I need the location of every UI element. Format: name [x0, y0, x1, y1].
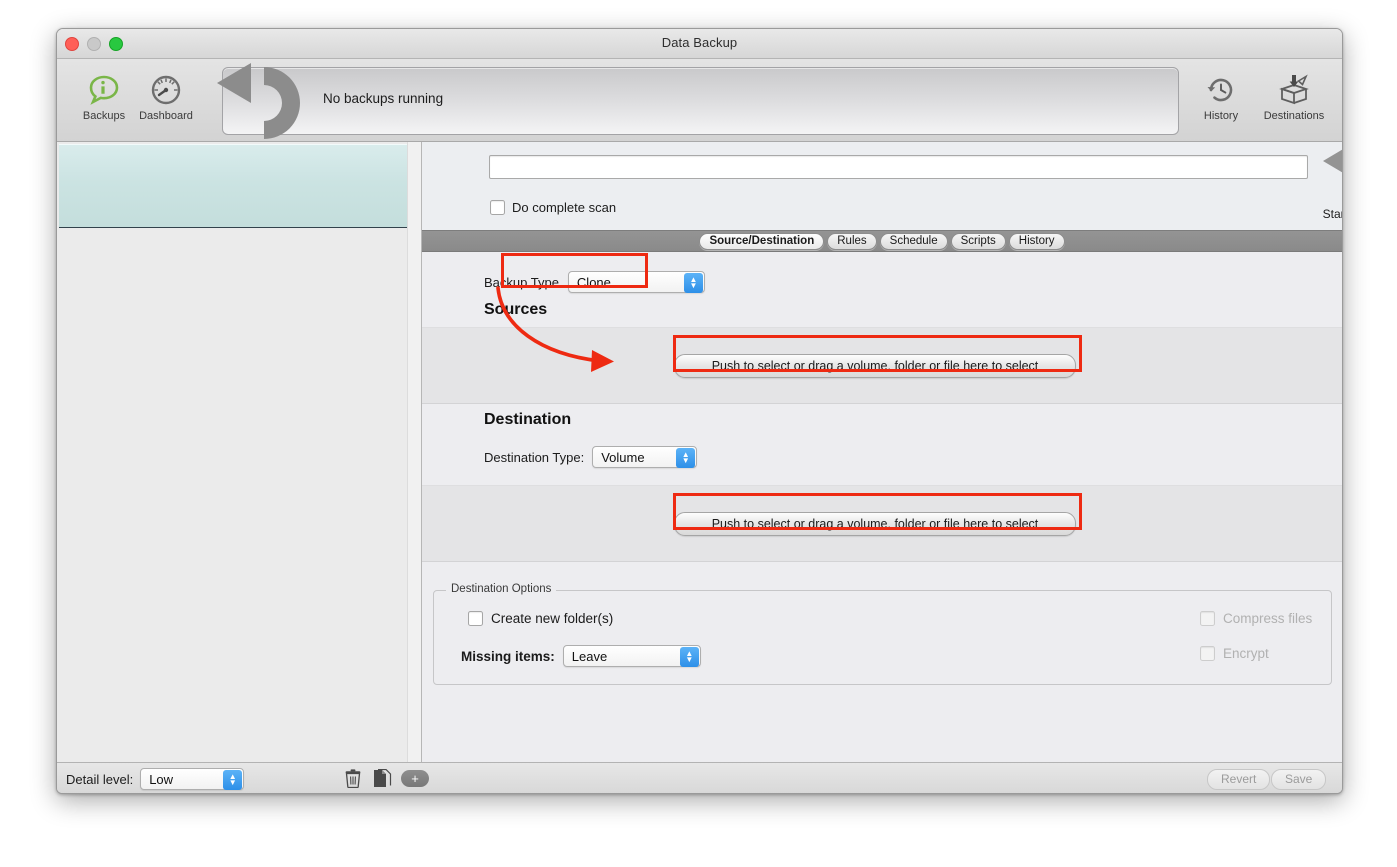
source-dropzone[interactable]: Push to select or drag a volume, folder …	[422, 327, 1342, 404]
destination-heading: Destination	[484, 411, 571, 429]
window-body: Do complete scan Start Now Source/Destin…	[57, 142, 1342, 762]
encrypt-row: Encrypt	[1200, 646, 1269, 661]
info-bubble-icon	[74, 73, 134, 107]
duplicate-icon	[373, 769, 392, 788]
search-field[interactable]	[489, 155, 1308, 179]
tab-bar: Source/Destination Rules Schedule Script…	[422, 230, 1342, 252]
window-titlebar: Data Backup	[57, 29, 1342, 59]
destination-type-dropdown[interactable]: Volume ▲▼	[592, 446, 697, 468]
save-button[interactable]: Save	[1271, 769, 1326, 790]
do-complete-scan-checkbox[interactable]	[490, 200, 505, 215]
tab-source-destination[interactable]: Source/Destination	[699, 233, 824, 250]
toolbar-label-destinations: Destinations	[1255, 110, 1333, 122]
tab-rules[interactable]: Rules	[827, 233, 876, 250]
chevron-updown-icon: ▲▼	[684, 273, 703, 293]
create-new-folders-row[interactable]: Create new folder(s)	[468, 611, 613, 626]
encrypt-label: Encrypt	[1223, 646, 1269, 661]
toolbar-button-backups[interactable]: Backups	[74, 73, 134, 122]
do-complete-scan-row[interactable]: Do complete scan	[490, 200, 616, 215]
chevron-updown-icon: ▲▼	[676, 448, 695, 468]
toolbar-label-dashboard: Dashboard	[136, 110, 196, 122]
toolbar-button-history[interactable]: History	[1191, 73, 1251, 122]
content-area: Do complete scan Start Now Source/Destin…	[422, 142, 1342, 762]
sidebar-selected-item[interactable]	[59, 144, 407, 228]
start-now-button[interactable]: Start Now	[1310, 148, 1343, 221]
backup-type-value: Clone	[577, 275, 611, 290]
delete-set-button[interactable]	[345, 769, 361, 788]
encrypt-checkbox	[1200, 646, 1215, 661]
start-now-label: Start Now	[1310, 207, 1343, 221]
app-window: Data Backup Backups	[56, 28, 1343, 794]
create-new-folders-label: Create new folder(s)	[491, 611, 613, 626]
destination-push-button[interactable]: Push to select or drag a volume, folder …	[674, 512, 1076, 536]
toolbar-button-dashboard[interactable]: Dashboard	[136, 73, 196, 122]
screenshot-root: Data Backup Backups	[0, 0, 1397, 867]
compress-files-checkbox	[1200, 611, 1215, 626]
detail-level-label: Detail level:	[66, 772, 133, 787]
create-new-folders-checkbox[interactable]	[468, 611, 483, 626]
add-set-button[interactable]: +	[401, 770, 429, 787]
window-title: Data Backup	[57, 35, 1342, 50]
add-icon[interactable]: +	[401, 770, 429, 787]
main-toolbar: Backups	[57, 59, 1342, 142]
search-input[interactable]	[490, 156, 1307, 178]
backup-type-label: Backup Type	[484, 275, 559, 290]
toolbar-label-backups: Backups	[74, 110, 134, 122]
clock-history-icon	[1191, 73, 1251, 107]
compress-files-row: Compress files	[1200, 611, 1312, 626]
chevron-updown-icon: ▲▼	[680, 647, 699, 667]
destination-dropzone[interactable]: Push to select or drag a volume, folder …	[422, 485, 1342, 562]
chevron-updown-icon: ▲▼	[223, 770, 242, 790]
sources-heading: Sources	[484, 301, 547, 319]
detail-level-row: Detail level: Low ▲▼	[66, 768, 244, 790]
backup-status-text: No backups running	[323, 91, 443, 106]
backup-status-panel: No backups running	[222, 67, 1179, 135]
duplicate-set-button[interactable]	[373, 769, 392, 788]
trash-icon	[345, 769, 361, 788]
missing-items-value: Leave	[572, 649, 607, 664]
destination-type-label: Destination Type:	[484, 450, 584, 465]
destination-options-group: Destination Options Create new folder(s)…	[433, 590, 1332, 685]
save-label[interactable]: Save	[1271, 769, 1326, 790]
toolbar-button-destinations[interactable]: Destinations	[1255, 73, 1333, 122]
tab-schedule[interactable]: Schedule	[880, 233, 948, 250]
search-row: Do complete scan Start Now	[422, 142, 1342, 230]
detail-level-value: Low	[149, 772, 173, 787]
compress-files-label: Compress files	[1223, 611, 1312, 626]
source-destination-panel: Backup Type Clone ▲▼ Sources Push to sel…	[422, 252, 1342, 764]
missing-items-dropdown[interactable]: Leave ▲▼	[563, 645, 701, 667]
revert-label[interactable]: Revert	[1207, 769, 1270, 790]
box-download-icon	[1255, 73, 1333, 107]
do-complete-scan-label: Do complete scan	[512, 200, 616, 215]
sidebar-scrollbar[interactable]	[407, 142, 421, 762]
backup-type-row: Backup Type Clone ▲▼	[484, 271, 705, 293]
gauge-icon	[136, 73, 196, 107]
destination-type-row: Destination Type: Volume ▲▼	[484, 446, 697, 468]
revert-button[interactable]: Revert	[1207, 769, 1270, 790]
missing-items-row: Missing items: Leave ▲▼	[461, 645, 701, 667]
circular-arrow-icon	[1321, 148, 1343, 200]
tab-scripts[interactable]: Scripts	[951, 233, 1006, 250]
bottom-bar: Detail level: Low ▲▼	[57, 762, 1342, 794]
missing-items-label: Missing items:	[461, 649, 555, 664]
toolbar-label-history: History	[1191, 110, 1251, 122]
source-push-button[interactable]: Push to select or drag a volume, folder …	[674, 354, 1076, 378]
detail-level-dropdown[interactable]: Low ▲▼	[140, 768, 244, 790]
backup-sets-sidebar	[57, 142, 422, 762]
tab-history[interactable]: History	[1009, 233, 1065, 250]
backup-type-dropdown[interactable]: Clone ▲▼	[568, 271, 705, 293]
destination-type-value: Volume	[601, 450, 644, 465]
destination-options-title: Destination Options	[446, 583, 556, 595]
